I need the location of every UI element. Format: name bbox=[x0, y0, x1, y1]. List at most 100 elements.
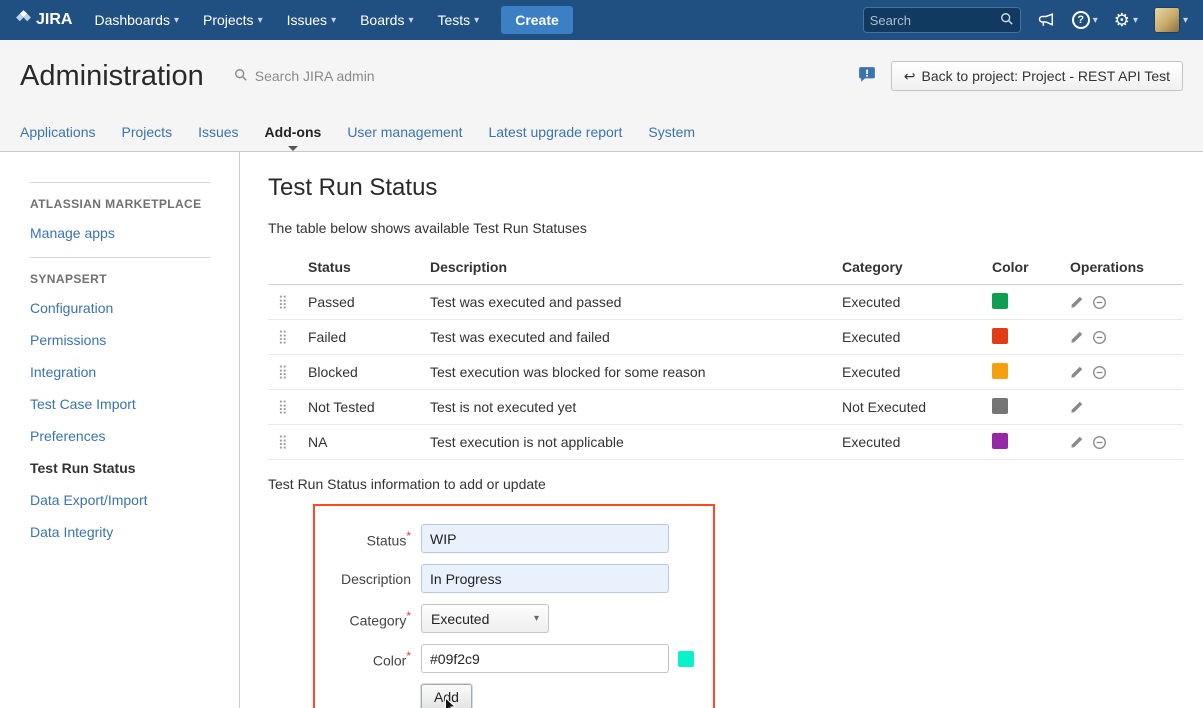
col-header-color: Color bbox=[992, 259, 1070, 275]
chevron-down-icon: ▾ bbox=[1133, 15, 1138, 26]
top-menu: Dashboards▾ Projects▾ Issues▾ Boards▾ Te… bbox=[94, 12, 479, 28]
tab-applications[interactable]: Applications bbox=[20, 112, 96, 151]
form-intro-text: Test Run Status information to add or up… bbox=[268, 476, 1183, 492]
category-cell: Executed bbox=[842, 364, 992, 380]
color-field-label: Color* bbox=[315, 649, 411, 669]
sidebar-item-manage-apps[interactable]: Manage apps bbox=[30, 225, 211, 241]
drag-handle-icon[interactable]: ⣿ bbox=[268, 329, 308, 345]
edit-icon[interactable] bbox=[1070, 400, 1084, 414]
table-row: ⣿ Passed Test was executed and passed Ex… bbox=[268, 285, 1183, 320]
jira-brand-label: JIRA bbox=[36, 11, 72, 29]
section-title: Test Run Status bbox=[268, 174, 1183, 202]
sidebar-item-data-integrity[interactable]: Data Integrity bbox=[30, 524, 211, 540]
menu-projects[interactable]: Projects▾ bbox=[203, 12, 263, 28]
description-input[interactable] bbox=[421, 564, 669, 593]
status-cell: NA bbox=[308, 434, 430, 450]
admin-tabs: Applications Projects Issues Add-ons Use… bbox=[0, 112, 1203, 152]
feedback-icon[interactable] bbox=[857, 66, 877, 87]
drag-handle-icon[interactable]: ⣿ bbox=[268, 294, 308, 310]
table-row: ⣿ Not Tested Test is not executed yet No… bbox=[268, 390, 1183, 425]
edit-icon[interactable] bbox=[1070, 330, 1084, 344]
drag-handle-icon[interactable]: ⣿ bbox=[268, 364, 308, 380]
tab-latest-upgrade-report[interactable]: Latest upgrade report bbox=[488, 112, 622, 151]
color-swatch bbox=[992, 398, 1008, 414]
drag-handle-icon[interactable]: ⣿ bbox=[268, 434, 308, 450]
category-select[interactable]: Executed ▾ bbox=[421, 604, 549, 633]
sidebar-item-test-run-status[interactable]: Test Run Status bbox=[30, 460, 211, 476]
admin-header: Administration ↩ Back to project: Projec… bbox=[0, 40, 1203, 112]
main-content: Test Run Status The table below shows av… bbox=[240, 152, 1203, 708]
admin-search-input[interactable] bbox=[255, 68, 435, 84]
menu-dashboards[interactable]: Dashboards▾ bbox=[94, 12, 179, 28]
topbar-icons: ? ▾ ⚙ ▾ ▾ bbox=[1037, 7, 1188, 33]
top-navigation-bar: JIRA Dashboards▾ Projects▾ Issues▾ Board… bbox=[0, 0, 1203, 40]
admin-search[interactable] bbox=[234, 68, 435, 85]
status-cell: Blocked bbox=[308, 364, 430, 380]
col-header-operations: Operations bbox=[1070, 259, 1170, 275]
status-input[interactable] bbox=[421, 524, 669, 553]
help-menu[interactable]: ? ▾ bbox=[1072, 11, 1098, 29]
jira-logo-icon bbox=[15, 9, 32, 31]
edit-icon[interactable] bbox=[1070, 365, 1084, 379]
category-cell: Executed bbox=[842, 329, 992, 345]
sidebar-item-permissions[interactable]: Permissions bbox=[30, 332, 211, 348]
remove-icon[interactable] bbox=[1092, 365, 1107, 380]
announcement-icon[interactable] bbox=[1037, 12, 1056, 29]
col-header-description: Description bbox=[430, 259, 842, 275]
search-icon bbox=[234, 68, 248, 85]
sidebar-item-integration[interactable]: Integration bbox=[30, 364, 211, 380]
sidebar-item-configuration[interactable]: Configuration bbox=[30, 300, 211, 316]
status-cell: Not Tested bbox=[308, 399, 430, 415]
status-table: Status Description Category Color Operat… bbox=[268, 250, 1183, 460]
global-search-input[interactable] bbox=[870, 13, 1000, 28]
add-button[interactable]: Add bbox=[421, 684, 472, 708]
avatar bbox=[1154, 7, 1180, 33]
chevron-down-icon: ▾ bbox=[258, 15, 263, 26]
description-cell: Test was executed and failed bbox=[430, 329, 842, 345]
sidebar-section-synapsert: SYNAPSERT Configuration Permissions Inte… bbox=[30, 257, 211, 540]
description-cell: Test execution is not applicable bbox=[430, 434, 842, 450]
tab-system[interactable]: System bbox=[648, 112, 695, 151]
menu-tests[interactable]: Tests▾ bbox=[437, 12, 479, 28]
user-menu[interactable]: ▾ bbox=[1154, 7, 1188, 33]
status-cell: Passed bbox=[308, 294, 430, 310]
description-cell: Test was executed and passed bbox=[430, 294, 842, 310]
tab-add-ons[interactable]: Add-ons bbox=[265, 112, 322, 151]
chevron-down-icon: ▾ bbox=[174, 15, 179, 26]
edit-icon[interactable] bbox=[1070, 435, 1084, 449]
edit-icon[interactable] bbox=[1070, 295, 1084, 309]
sidebar-item-preferences[interactable]: Preferences bbox=[30, 428, 211, 444]
table-intro-text: The table below shows available Test Run… bbox=[268, 220, 1183, 236]
col-header-category: Category bbox=[842, 259, 992, 275]
drag-handle-icon[interactable]: ⣿ bbox=[268, 399, 308, 415]
settings-menu[interactable]: ⚙ ▾ bbox=[1114, 11, 1138, 29]
search-icon[interactable] bbox=[1000, 12, 1014, 29]
tab-issues[interactable]: Issues bbox=[198, 112, 238, 151]
tab-user-management[interactable]: User management bbox=[347, 112, 462, 151]
description-field-label: Description bbox=[315, 571, 411, 587]
description-cell: Test execution was blocked for some reas… bbox=[430, 364, 842, 380]
menu-issues[interactable]: Issues▾ bbox=[287, 12, 337, 28]
remove-icon[interactable] bbox=[1092, 330, 1107, 345]
sidebar-item-data-export-import[interactable]: Data Export/Import bbox=[30, 492, 211, 508]
color-preview-swatch[interactable] bbox=[678, 651, 694, 667]
create-button[interactable]: Create bbox=[501, 6, 573, 34]
add-status-form: Status* Description Category* Executed ▾… bbox=[313, 504, 715, 708]
sidebar-item-test-case-import[interactable]: Test Case Import bbox=[30, 396, 211, 412]
col-header-status: Status bbox=[308, 259, 430, 275]
chevron-down-icon: ▾ bbox=[474, 15, 479, 26]
color-swatch bbox=[992, 293, 1008, 309]
remove-icon[interactable] bbox=[1092, 295, 1107, 310]
jira-brand[interactable]: JIRA bbox=[15, 9, 72, 31]
remove-icon[interactable] bbox=[1092, 435, 1107, 450]
category-cell: Not Executed bbox=[842, 399, 992, 415]
color-input[interactable] bbox=[421, 644, 669, 673]
admin-sidebar: ATLASSIAN MARKETPLACE Manage apps SYNAPS… bbox=[0, 152, 240, 708]
menu-boards[interactable]: Boards▾ bbox=[360, 12, 413, 28]
tab-projects[interactable]: Projects bbox=[122, 112, 173, 151]
color-swatch bbox=[992, 363, 1008, 379]
global-search[interactable] bbox=[863, 7, 1021, 33]
chevron-down-icon: ▾ bbox=[1183, 15, 1188, 26]
back-to-project-button[interactable]: ↩ Back to project: Project - REST API Te… bbox=[891, 61, 1183, 91]
gear-icon: ⚙ bbox=[1114, 11, 1130, 29]
